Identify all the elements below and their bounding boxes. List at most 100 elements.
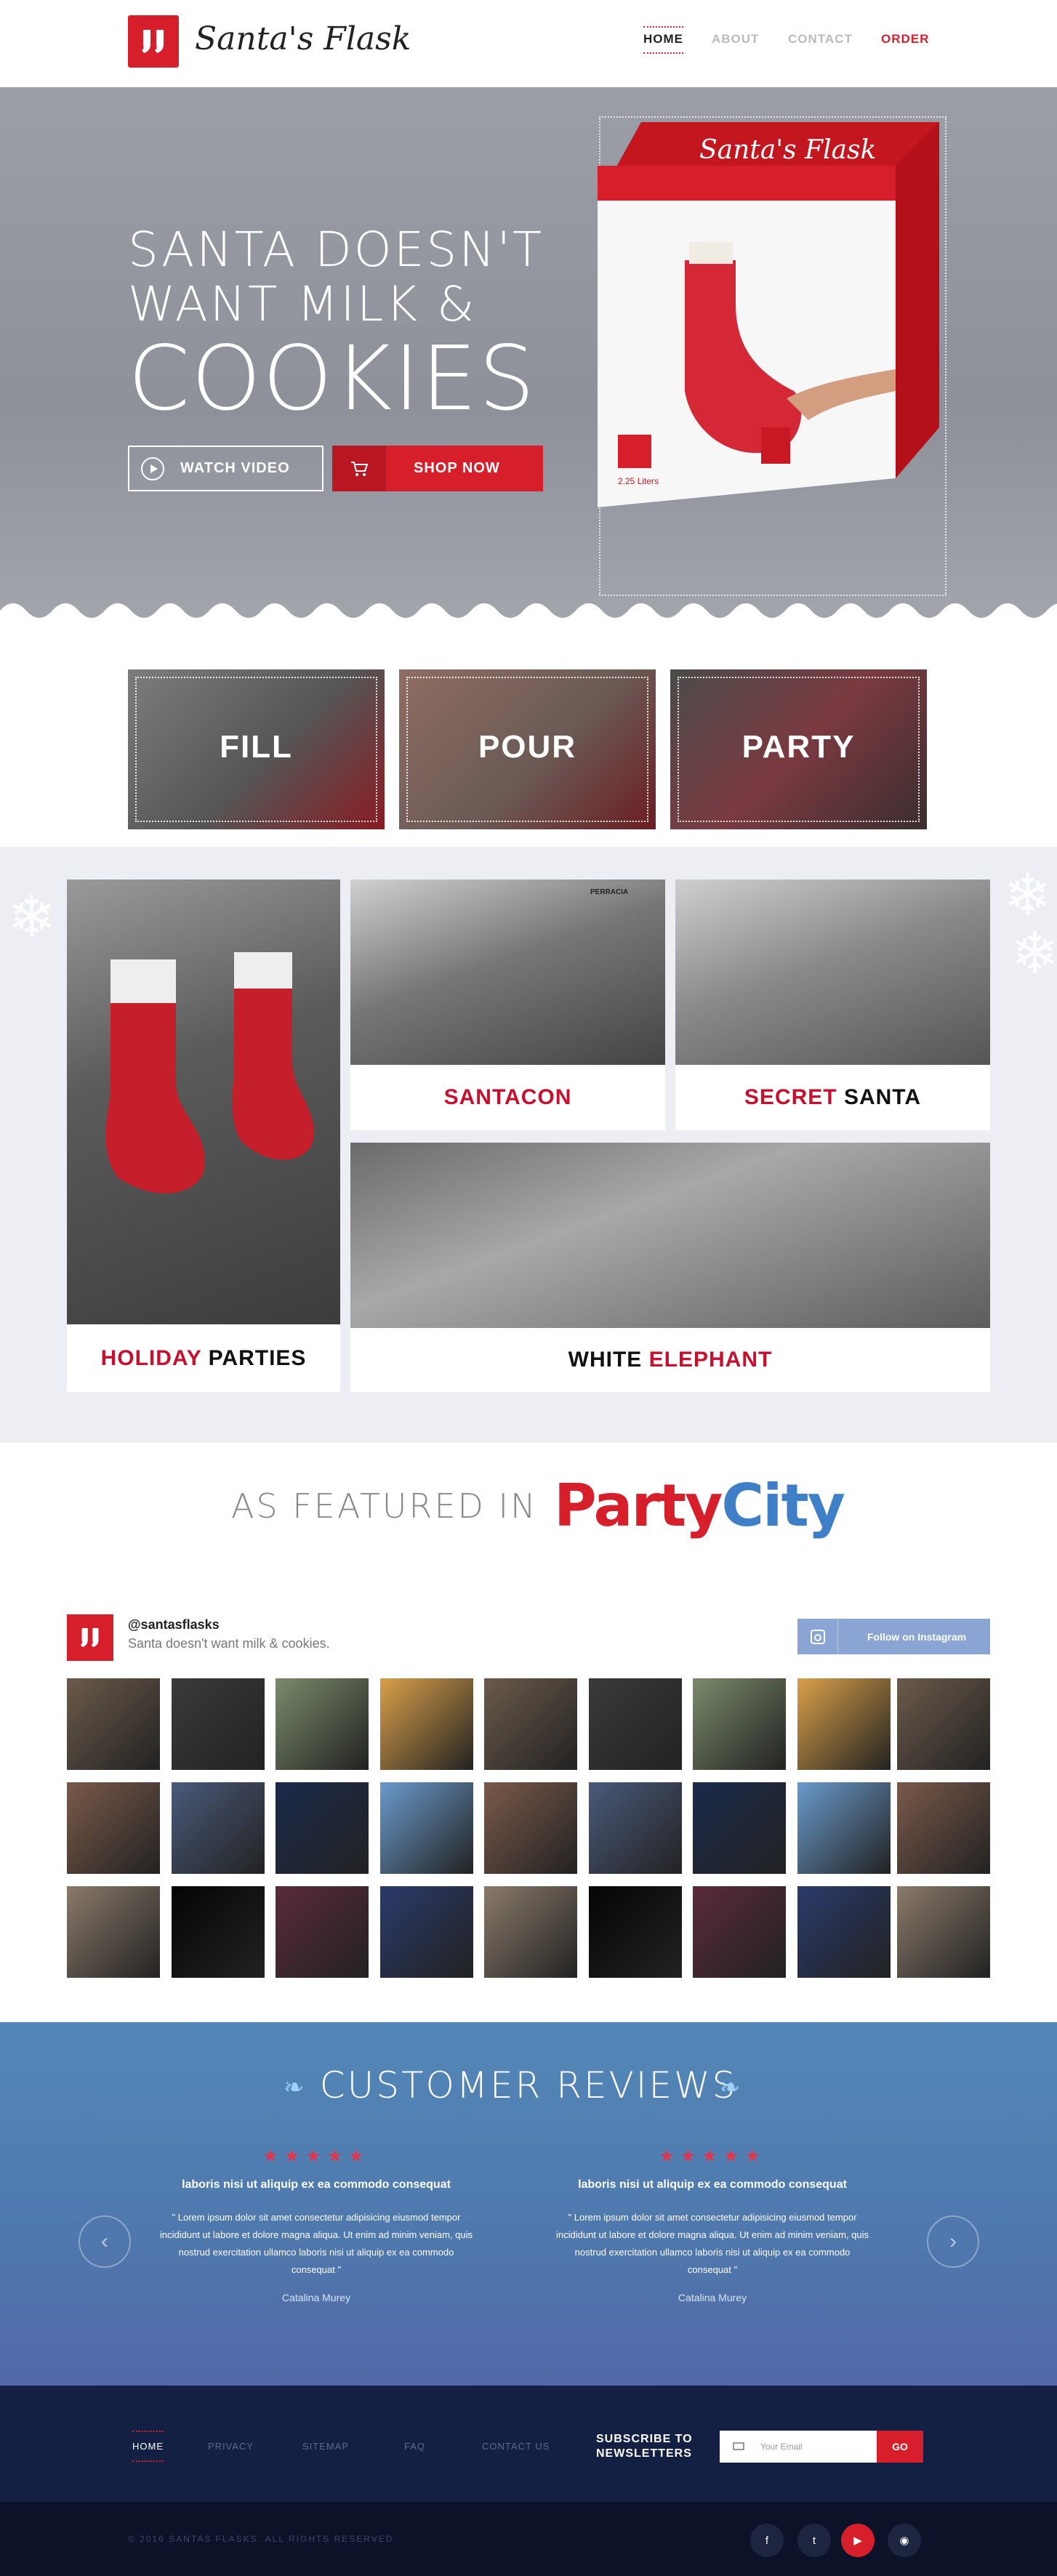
twitter-icon[interactable]: t [797,2524,831,2557]
footer-link-sitemap[interactable]: SITEMAP [302,2441,349,2452]
step-fill[interactable]: FILL [128,669,385,829]
youtube-icon[interactable]: ▶ [841,2524,875,2557]
tile-secret-santa[interactable]: SECRET SANTA [675,880,990,1130]
review-headline: laboris nisi ut aliquip ex ea commodo co… [182,2178,451,2191]
instagram-thumbnail[interactable] [897,1886,990,1978]
featured-label: AS FEATURED IN [231,1486,538,1526]
party-city-logo[interactable]: PartyCity [554,1472,845,1539]
product-box-image[interactable]: 2.25 Liters Santa's Flask [598,115,961,580]
shop-now-label: SHOP NOW [414,460,500,476]
instagram-thumbnail[interactable] [276,1782,369,1874]
instagram-thumbnail[interactable] [484,1678,577,1770]
instagram-thumbnail[interactable] [67,1678,160,1770]
instagram-thumbnail[interactable] [897,1678,990,1770]
instagram-thumbnail[interactable] [797,1886,891,1978]
white-word: WHITE [568,1348,643,1372]
watch-video-label: WATCH VIDEO [180,460,290,476]
secret-santa-photo [675,880,990,1065]
reviews-prev-button[interactable]: ‹ [79,2215,131,2268]
footer-link-privacy[interactable]: PRIVACY [208,2441,254,2452]
email-placeholder: Your Email [760,2442,803,2452]
instagram-thumbnail[interactable] [693,1886,786,1978]
instagram-thumbnail[interactable] [484,1886,577,1978]
instagram-thumbnail[interactable] [276,1678,369,1770]
instagram-thumbnail[interactable] [589,1678,682,1770]
instagram-thumbnail[interactable] [380,1678,473,1770]
reviews-section: ❧ CUSTOMER REVIEWS ❧ ‹ › ★★★★★ laboris n… [0,2022,1057,2386]
footer-link-contact[interactable]: CONTACT US [482,2441,550,2452]
holiday-word: HOLIDAY [100,1346,202,1370]
snowflake-icon: ❄ [1010,921,1057,986]
nav-home[interactable]: HOME [643,26,683,54]
instagram-thumbnail[interactable] [897,1782,990,1874]
nav-about[interactable]: ABOUT [712,32,759,47]
instagram-thumbnail[interactable] [67,1782,160,1874]
tile-santacon[interactable]: PERRACIA SANTACON [350,880,665,1130]
tile-holiday-parties[interactable]: HOLIDAY PARTIES [67,880,340,1392]
step-pour-label: POUR [478,729,577,765]
hero-headline-line2: WANT MILK & [128,276,477,332]
review-stars: ★★★★★ [262,2146,370,2166]
review-author: Catalina Murey [678,2292,747,2303]
instagram-thumbnail[interactable] [797,1678,891,1770]
tile-holiday-label: HOLIDAY PARTIES [67,1324,340,1392]
santa-word: SANTA [843,1085,922,1109]
hero-scallop-divider [0,603,1057,621]
follow-instagram-button[interactable]: Follow on Instagram [797,1619,990,1654]
watch-video-button[interactable]: WATCH VIDEO [128,446,323,491]
instagram-thumbnail[interactable] [589,1886,682,1978]
step-pour[interactable]: POUR [399,669,656,829]
hero-headline-line3: COOKIES [128,327,536,430]
santacon-photo: PERRACIA [350,880,665,1065]
instagram-avatar[interactable] [67,1614,113,1661]
instagram-thumbnail[interactable] [797,1782,891,1874]
secret-word: SECRET [744,1085,837,1109]
instagram-thumbnail[interactable] [589,1782,682,1874]
instagram-thumbnail[interactable] [276,1886,369,1978]
tile-white-elephant[interactable]: WHITE ELEPHANT [350,1143,990,1392]
rss-icon[interactable]: ◉ [888,2524,921,2557]
subscribe-line1: SUBSCRIBE TO [596,2433,693,2445]
instagram-thumbnail[interactable] [380,1886,473,1978]
instagram-thumbnail[interactable] [484,1782,577,1874]
step-party[interactable]: PARTY [670,669,927,829]
hero-headline-line1: SANTA DOESN'T [128,222,544,278]
stocking-logo-icon[interactable] [128,15,179,68]
review-headline: laboris nisi ut aliquip ex ea commodo co… [578,2178,847,2191]
play-icon [141,457,164,480]
instagram-thumbnail[interactable] [67,1886,160,1978]
shop-now-button[interactable]: SHOP NOW [332,446,543,491]
facebook-icon[interactable]: f [750,2524,784,2557]
featured-section: AS FEATURED IN PartyCity [0,1443,1057,1566]
reviews-title: CUSTOMER REVIEWS [319,2064,738,2106]
instagram-thumbnail[interactable] [693,1678,786,1770]
envelope-icon [733,2442,744,2450]
instagram-thumbnail[interactable] [172,1782,265,1874]
footer-link-faq[interactable]: FAQ [404,2441,425,2452]
email-input[interactable]: Your Email [720,2431,877,2463]
reviews-next-button[interactable]: › [927,2215,979,2268]
review-author: Catalina Murey [281,2292,351,2303]
instagram-thumbnail[interactable] [380,1782,473,1874]
instagram-handle[interactable]: @santasflasks [128,1617,220,1633]
cart-icon [332,446,386,491]
nav-contact[interactable]: CONTACT [788,32,853,47]
instagram-thumbnail[interactable] [172,1886,265,1978]
brand-name[interactable]: Santa's Flask [195,20,411,57]
instagram-feed: @santasflasks Santa doesn't want milk & … [0,1566,1057,2022]
copyright: © 2016 SANTAS FLASKS. ALL RIGHTS RESERVE… [128,2534,394,2544]
follow-instagram-label: Follow on Instagram [867,1630,967,1643]
nav-order[interactable]: ORDER [881,32,929,47]
site-footer: HOME PRIVACY SITEMAP FAQ CONTACT US SUBS… [0,2386,1057,2502]
instagram-thumbnail[interactable] [172,1678,265,1770]
subscribe-go-button[interactable]: GO [877,2431,923,2463]
holiday-stockings-photo [67,880,340,1324]
step-fill-label: FILL [220,729,293,765]
instagram-tagline: Santa doesn't want milk & cookies. [128,1636,330,1651]
footer-bottom-bar: © 2016 SANTAS FLASKS. ALL RIGHTS RESERVE… [0,2502,1057,2576]
subscribe-label: SUBSCRIBE TO NEWSLETTERS [596,2432,693,2461]
footer-link-home[interactable]: HOME [132,2431,164,2462]
instagram-thumbnail[interactable] [693,1782,786,1874]
tile-secret-label: SECRET SANTA [675,1065,990,1130]
parties-word: PARTIES [208,1346,307,1370]
